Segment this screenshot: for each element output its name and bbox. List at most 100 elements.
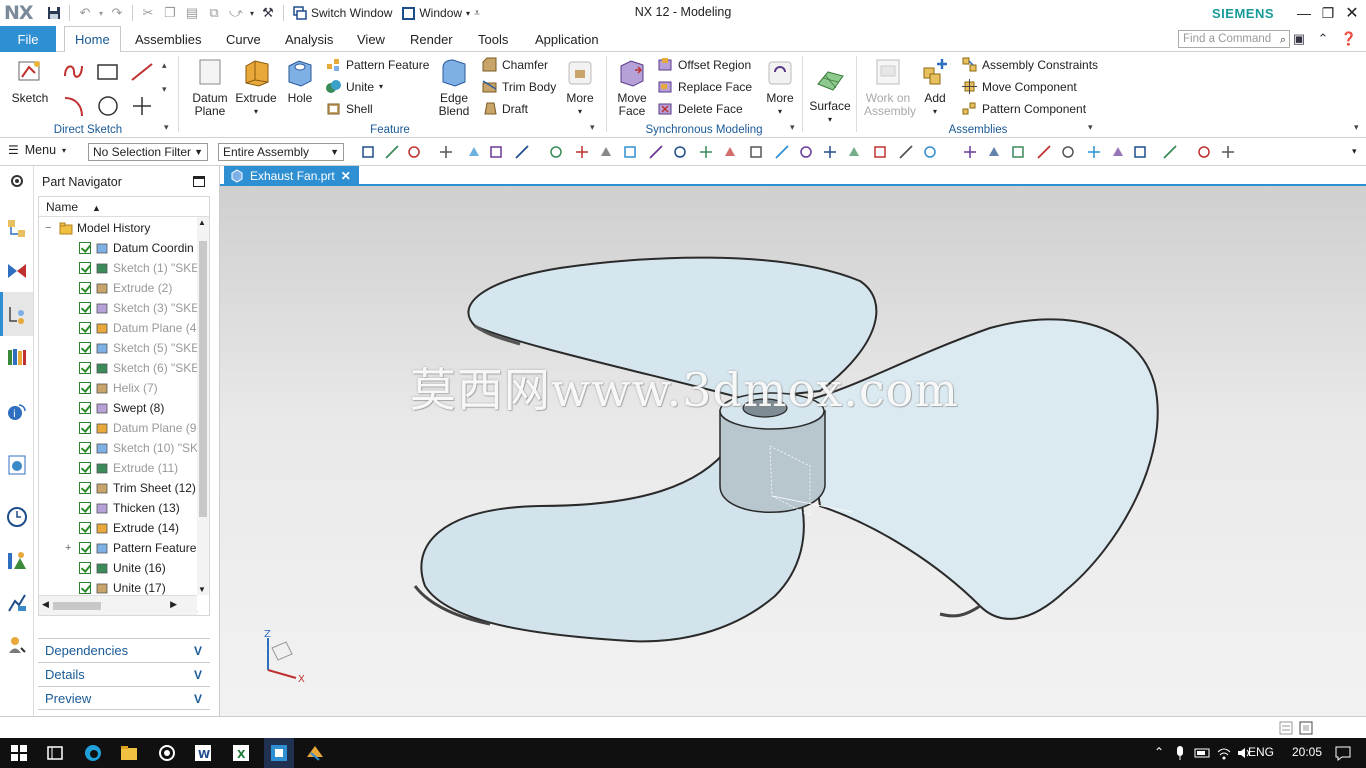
feature-row[interactable]: Datum Coordin	[39, 238, 199, 258]
whatsapp-icon[interactable]	[154, 742, 180, 764]
surface-button[interactable]: Surface ▾	[808, 64, 852, 126]
tab-tools[interactable]: Tools	[468, 26, 518, 52]
feature-row[interactable]: + Pattern Feature	[39, 538, 199, 558]
collapse-icon[interactable]: −	[45, 222, 55, 234]
snap-point-icon[interactable]	[438, 144, 454, 160]
feature-row[interactable]: Sketch (10) "SK	[39, 438, 199, 458]
control-point-icon[interactable]	[672, 144, 688, 160]
feature-row[interactable]: Helix (7)	[39, 378, 199, 398]
sketch-gallery-up-icon[interactable]: ▴	[162, 60, 167, 71]
unite-button[interactable]: Unite ▾	[326, 79, 383, 94]
feature-row[interactable]: Extrude (11)	[39, 458, 199, 478]
work-on-assembly-button[interactable]: Work on Assembly	[864, 56, 916, 118]
visibility-checkbox[interactable]	[79, 342, 91, 354]
file-explorer-icon[interactable]	[116, 742, 142, 764]
reuse-library-icon[interactable]	[6, 346, 28, 368]
render-style-icon[interactable]	[986, 144, 1002, 160]
component-selection-icon[interactable]	[406, 144, 422, 160]
add-component-button[interactable]: Add ▾	[918, 56, 952, 118]
rectangle-icon[interactable]	[96, 62, 120, 82]
edge-blend-button[interactable]: Edge Blend	[434, 56, 474, 118]
orient-view-icon[interactable]	[1010, 144, 1026, 160]
sync-more-button[interactable]: More ▾	[762, 56, 798, 118]
visibility-checkbox[interactable]	[79, 542, 91, 554]
horizontal-scroll-thumb[interactable]	[53, 602, 101, 610]
arc-icon[interactable]	[62, 94, 86, 118]
sketch-gallery-more-icon[interactable]: ▾	[162, 84, 167, 95]
history-palette-icon[interactable]	[6, 454, 28, 476]
replace-face-button[interactable]: Replace Face	[658, 79, 752, 94]
clock[interactable]: 20:05	[1292, 745, 1322, 759]
rotate-icon[interactable]	[922, 144, 938, 160]
microphone-icon[interactable]	[1174, 745, 1186, 761]
command-search-input[interactable]: Find a Command ⌕	[1178, 30, 1290, 48]
dependencies-section[interactable]: Dependencies V	[38, 638, 210, 662]
body-selection-icon[interactable]	[466, 144, 482, 160]
pan-icon[interactable]	[962, 144, 978, 160]
snap-point-icon[interactable]	[1220, 144, 1236, 160]
line-icon[interactable]	[130, 62, 154, 82]
move-component-button[interactable]: Move Component	[962, 79, 1077, 94]
bounded-grid-icon[interactable]	[846, 144, 862, 160]
assembly-constraints-button[interactable]: Assembly Constraints	[962, 57, 1098, 72]
restore-button[interactable]: ❐	[1316, 0, 1340, 26]
notifications-icon[interactable]	[1334, 745, 1352, 761]
circle-icon[interactable]	[96, 94, 120, 118]
rectangle-select-icon[interactable]	[548, 144, 564, 160]
cut-icon[interactable]: ✂	[138, 3, 158, 23]
face-selection-icon[interactable]	[488, 144, 504, 160]
undo-icon[interactable]: ↶	[75, 3, 95, 23]
feature-row[interactable]: Sketch (6) "SKE	[39, 358, 199, 378]
zoom-icon[interactable]	[898, 144, 914, 160]
chamfer-button[interactable]: Chamfer	[482, 57, 548, 72]
tab-application[interactable]: Application	[525, 26, 609, 52]
close-tab-icon[interactable]: ✕	[341, 169, 351, 183]
trim-body-button[interactable]: Trim Body	[482, 79, 556, 94]
app-launcher-icon[interactable]	[266, 742, 292, 764]
point-icon[interactable]	[130, 94, 154, 118]
profile-icon[interactable]	[62, 62, 86, 82]
sketch-button[interactable]: Sketch	[10, 56, 50, 105]
visibility-checkbox[interactable]	[79, 522, 91, 534]
component-selection-icon[interactable]	[1196, 144, 1212, 160]
collapse-ribbon-icon[interactable]: ⌃	[1314, 30, 1332, 48]
ribbon-options-icon[interactable]: ▾	[1354, 122, 1359, 133]
feature-row[interactable]: Datum Plane (4	[39, 318, 199, 338]
tab-assemblies[interactable]: Assemblies	[125, 26, 211, 52]
minimize-button[interactable]: —	[1292, 0, 1316, 26]
show-hidden-icons[interactable]: ⌃	[1154, 745, 1164, 759]
feature-row[interactable]: Extrude (2)	[39, 278, 199, 298]
feature-row[interactable]: Sketch (3) "SKE	[39, 298, 199, 318]
windows-start-icon[interactable]	[6, 742, 32, 764]
selection-bar-options-icon[interactable]: ▾	[1352, 146, 1357, 157]
feature-row[interactable]: Thicken (13)	[39, 498, 199, 518]
copy-icon[interactable]: ❐	[160, 3, 180, 23]
model-history-node[interactable]: − Model History	[39, 218, 199, 238]
delete-face-button[interactable]: Delete Face	[658, 101, 743, 116]
touch-mode-icon[interactable]: ⚒	[258, 3, 278, 23]
web-browser-icon[interactable]: i	[6, 400, 28, 422]
visibility-checkbox[interactable]	[79, 382, 91, 394]
tab-curve[interactable]: Curve	[216, 26, 271, 52]
visibility-checkbox[interactable]	[79, 502, 91, 514]
undo-dropdown-icon[interactable]: ▾	[97, 3, 105, 23]
feature-row[interactable]: Sketch (5) "SKE	[39, 338, 199, 358]
language-indicator[interactable]: ENG	[1248, 745, 1274, 759]
wifi-icon[interactable]	[1216, 746, 1232, 760]
paste-icon[interactable]: ▤	[182, 3, 202, 23]
tab-render[interactable]: Render	[400, 26, 463, 52]
draft-button[interactable]: Draft	[482, 101, 528, 116]
manufacturing-wizard-icon[interactable]	[6, 592, 28, 614]
visibility-checkbox[interactable]	[79, 262, 91, 274]
clock-icon[interactable]	[6, 506, 28, 528]
existing-point-icon[interactable]	[774, 144, 790, 160]
visibility-checkbox[interactable]	[79, 402, 91, 414]
help-icon[interactable]: ❓	[1340, 30, 1358, 48]
solid-body-icon[interactable]	[574, 144, 590, 160]
more-tools-icon[interactable]	[1110, 144, 1126, 160]
close-button[interactable]: ✕	[1340, 0, 1364, 26]
name-column-header[interactable]: Name ▲	[39, 197, 209, 217]
menu-button[interactable]: ☰ Menu ▾	[8, 143, 66, 157]
excel-icon[interactable]: X	[228, 742, 254, 764]
intersection-point-icon[interactable]	[698, 144, 714, 160]
